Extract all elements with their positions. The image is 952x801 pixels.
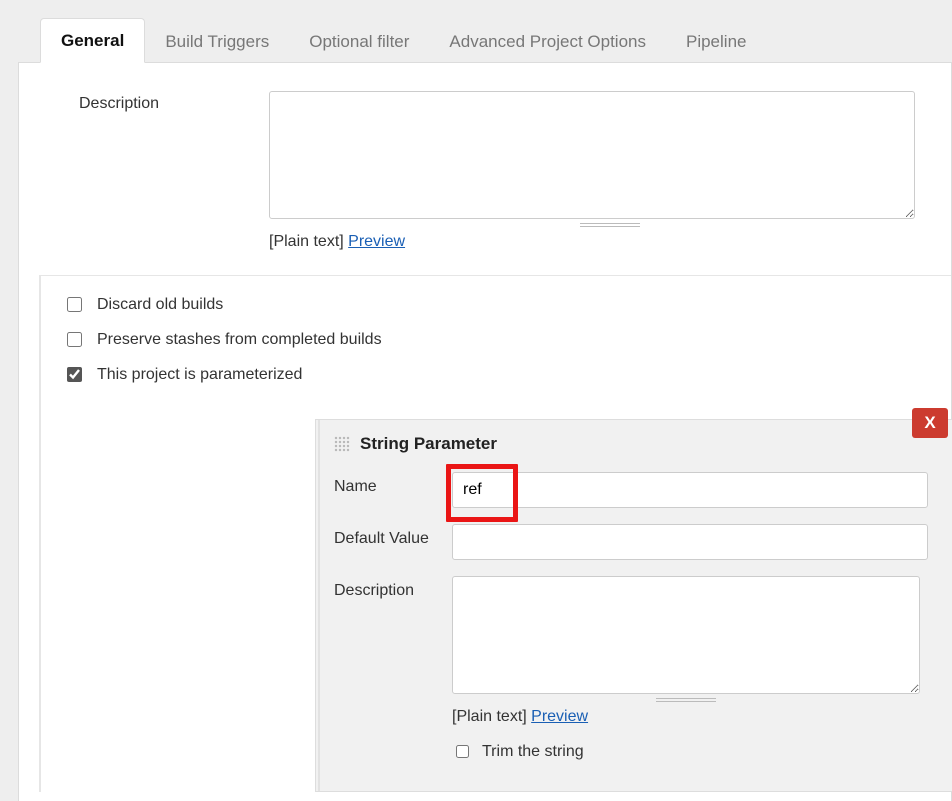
param-description-textarea[interactable] [452, 576, 920, 694]
tab-content: Description [Plain text] Preview Discard… [18, 63, 952, 801]
param-name-input[interactable] [452, 472, 928, 508]
preserve-stashes-checkbox[interactable] [67, 332, 82, 347]
trim-string-label: Trim the string [482, 743, 584, 761]
description-footer: [Plain text] Preview [269, 233, 951, 251]
param-description-input-wrap: [Plain text] Preview [452, 576, 920, 726]
param-name-input-wrap [452, 472, 928, 508]
tab-advanced-options[interactable]: Advanced Project Options [429, 20, 666, 63]
preview-link[interactable]: Preview [348, 233, 405, 250]
drag-handle-icon[interactable] [334, 436, 350, 452]
tab-build-triggers[interactable]: Build Triggers [145, 20, 289, 63]
parameters-block: X String Parameter Name [39, 401, 951, 792]
preview-link[interactable]: Preview [531, 708, 588, 725]
description-label: Description [79, 91, 219, 251]
preserve-stashes-option[interactable]: Preserve stashes from completed builds [63, 329, 951, 350]
plain-text-label: [Plain text] [269, 233, 344, 250]
panel-inner: String Parameter Name Default Value [318, 420, 952, 791]
param-name-label: Name [334, 472, 452, 496]
description-row: Description [Plain text] Preview [19, 91, 951, 251]
string-parameter-panel: X String Parameter Name [315, 419, 952, 792]
tab-pipeline[interactable]: Pipeline [666, 20, 767, 63]
param-description-footer: [Plain text] Preview [452, 708, 920, 726]
parameterized-checkbox[interactable] [67, 367, 82, 382]
param-default-label: Default Value [334, 524, 452, 548]
description-field-wrap: [Plain text] Preview [269, 91, 951, 251]
param-default-input[interactable] [452, 524, 928, 560]
options-block: Discard old builds Preserve stashes from… [39, 275, 951, 401]
resize-grip-icon[interactable] [580, 222, 640, 227]
description-textarea[interactable] [269, 91, 915, 219]
param-description-label: Description [334, 576, 452, 600]
resize-grip-icon[interactable] [656, 697, 716, 702]
discard-old-builds-option[interactable]: Discard old builds [63, 294, 951, 315]
parameterized-option[interactable]: This project is parameterized [63, 364, 951, 385]
discard-old-builds-label: Discard old builds [97, 296, 223, 314]
delete-parameter-button[interactable]: X [912, 408, 948, 438]
parameter-header: String Parameter [334, 434, 936, 454]
tab-general[interactable]: General [40, 18, 145, 63]
param-default-input-wrap [452, 524, 928, 560]
param-name-row: Name [334, 472, 936, 508]
parameter-title: String Parameter [360, 434, 497, 454]
tab-bar: General Build Triggers Optional filter A… [18, 18, 952, 63]
trim-string-option[interactable]: Trim the string [452, 742, 936, 761]
plain-text-label: [Plain text] [452, 708, 527, 725]
param-description-row: Description [Plain text] Preview [334, 576, 936, 726]
parameterized-label: This project is parameterized [97, 366, 302, 384]
param-default-row: Default Value [334, 524, 936, 560]
tab-optional-filter[interactable]: Optional filter [289, 20, 429, 63]
config-page: General Build Triggers Optional filter A… [0, 0, 952, 801]
discard-old-builds-checkbox[interactable] [67, 297, 82, 312]
preserve-stashes-label: Preserve stashes from completed builds [97, 331, 382, 349]
trim-string-checkbox[interactable] [456, 745, 469, 758]
